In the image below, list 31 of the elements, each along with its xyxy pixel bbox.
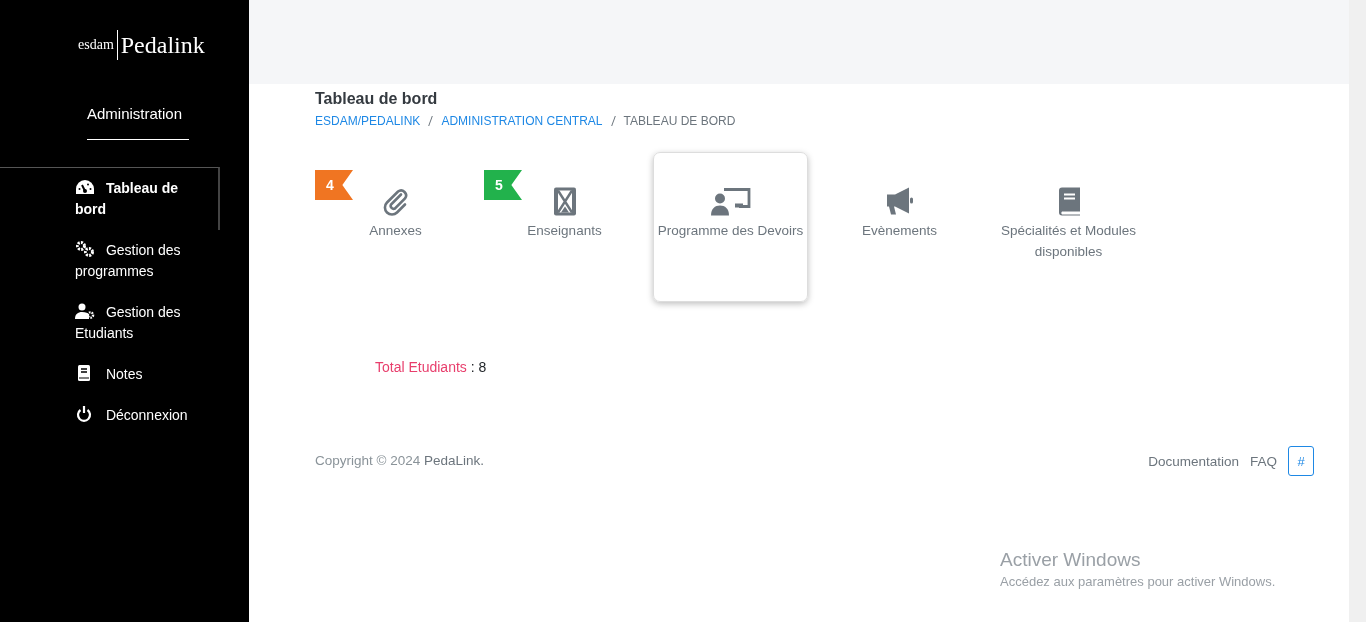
sidebar-item[interactable]: Gestion des Etudiants (0, 292, 215, 354)
dashboard-tile[interactable]: Annexes (355, 152, 436, 302)
megaphone-icon (884, 186, 915, 217)
dashboard-tile[interactable]: Spécialités et Modules disponibles (991, 152, 1146, 302)
sidebar-item[interactable]: Déconnexion (0, 395, 215, 436)
logo-name: Pedalink (119, 31, 205, 59)
sidebar-item[interactable]: Tableau de bord (0, 167, 220, 230)
dashboard-tile[interactable]: Enseignants (524, 152, 605, 302)
gears-icon (75, 241, 95, 257)
sidebar-heading: Administration (87, 105, 184, 122)
breadcrumb-item[interactable]: TABLEAU DE BORD (623, 114, 736, 128)
gauge-icon (75, 179, 95, 195)
copyright-text: Copyright © 2024 PedaLink. (315, 453, 485, 468)
count-badge: 5 (484, 170, 522, 200)
page-title: Tableau de bord (315, 90, 439, 108)
logo-mark: esdam (78, 30, 118, 60)
dashboard-tile[interactable]: Programme des Devoirs (653, 152, 808, 302)
total-students: Total Etudiants : 8 (375, 359, 488, 375)
sidebar-item[interactable]: Notes (0, 354, 215, 395)
user-gear-icon (75, 303, 95, 319)
sidebar-item[interactable]: Gestion des programmes (0, 230, 215, 292)
dashboard-tile[interactable]: Evènements (822, 152, 977, 302)
hash-button[interactable]: # (1288, 446, 1314, 476)
breadcrumb-item[interactable]: ADMINISTRATION CENTRAL (441, 114, 603, 128)
activation-title: Activer Windows (1000, 549, 1142, 571)
footer-link[interactable]: Documentation (1148, 453, 1239, 469)
footer-link[interactable]: FAQ (1250, 453, 1277, 469)
activation-text: Accédez aux paramètres pour activer Windows. (1000, 574, 1276, 589)
count-badge: 4 (315, 170, 353, 200)
teacher-icon (710, 186, 751, 217)
breadcrumb-item[interactable]: ESDAM/PEDALINK (315, 114, 421, 128)
